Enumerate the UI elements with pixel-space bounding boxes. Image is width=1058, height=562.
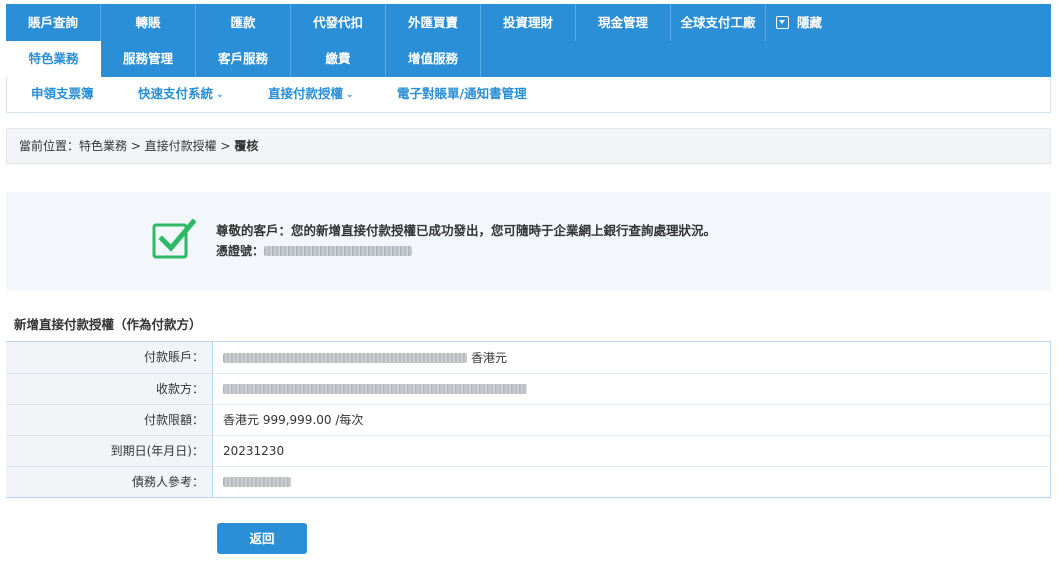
payment-limit-label: 付款限額：	[6, 405, 212, 435]
payee-label: 收款方：	[6, 374, 212, 404]
nav-fx-trading[interactable]: 外匯買賣	[386, 4, 481, 41]
nav-account-inquiry[interactable]: 賬戶查詢	[6, 4, 101, 41]
subnav-direct-debit-label: 直接付款授權	[268, 86, 344, 101]
subnav-e-statement-label: 電子對賬單/通知書管理	[397, 86, 527, 101]
tab-bill-payment[interactable]: 繳費	[291, 41, 386, 77]
return-button[interactable]: 返回	[217, 523, 307, 554]
expiry-date-label: 到期日(年月日)：	[6, 436, 212, 466]
reference-label: 憑證號：	[216, 244, 265, 258]
tab-featured-services[interactable]: 特色業務	[6, 41, 101, 77]
success-message: 尊敬的客戶：您的新增直接付款授權已成功發出，您可隨時于企業網上銀行查詢處理狀況。	[216, 223, 717, 238]
subnav-cheque-book[interactable]: 申領支票簿	[31, 77, 94, 111]
nav-global-payment-factory[interactable]: 全球支付工廠	[671, 4, 766, 41]
breadcrumb: 當前位置：特色業務 > 直接付款授權 > 覆核	[6, 128, 1051, 164]
table-row: 付款賬戶： 香港元	[6, 342, 1051, 373]
debtor-reference-label: 債務人參考：	[6, 467, 212, 497]
tab-customer-service[interactable]: 客戶服務	[196, 41, 291, 77]
tab-service-management[interactable]: 服務管理	[101, 41, 196, 77]
subnav-direct-debit[interactable]: 直接付款授權 ⌄	[268, 77, 354, 111]
success-panel: 尊敬的客戶：您的新增直接付款授權已成功發出，您可隨時于企業網上銀行查詢處理狀況。…	[6, 192, 1051, 290]
payee-value	[212, 374, 1051, 404]
expiry-date-value: 20231230	[212, 436, 1051, 466]
redacted-payee	[223, 384, 527, 394]
table-row: 債務人參考：	[6, 466, 1051, 497]
table-row: 到期日(年月日)： 20231230	[6, 435, 1051, 466]
chevron-down-icon: ⌄	[216, 90, 224, 100]
nav-investment[interactable]: 投資理財	[481, 4, 576, 41]
nav-transfer[interactable]: 轉賬	[101, 4, 196, 41]
secondary-nav: 特色業務 服務管理 客戶服務 繳費 增值服務	[6, 41, 1051, 77]
payment-account-value: 香港元	[212, 342, 1051, 373]
table-row: 付款限額： 香港元 999,999.00 /每次	[6, 404, 1051, 435]
redacted-account	[223, 352, 467, 363]
tertiary-nav: 申領支票簿 快速支付系統 ⌄ 直接付款授權 ⌄ 電子對賬單/通知書管理	[6, 77, 1051, 113]
payment-account-currency: 香港元	[471, 350, 508, 365]
nav-hide-label: 隱藏	[797, 15, 823, 30]
table-row: 收款方：	[6, 373, 1051, 404]
breadcrumb-current: 覆核	[234, 139, 259, 153]
redacted-debtor-reference	[223, 477, 291, 487]
collapse-icon	[776, 16, 789, 29]
nav-payroll-collection[interactable]: 代發代扣	[291, 4, 386, 41]
payment-limit-value: 香港元 999,999.00 /每次	[212, 405, 1051, 435]
success-check-icon	[152, 218, 196, 259]
subnav-e-statement[interactable]: 電子對賬單/通知書管理	[397, 77, 527, 111]
tab-value-added-services[interactable]: 增值服務	[386, 41, 481, 77]
nav-remittance[interactable]: 匯款	[196, 4, 291, 41]
primary-nav: 賬戶查詢 轉賬 匯款 代發代扣 外匯買賣 投資理財 現金管理 全球支付工廠 隱藏	[6, 4, 1051, 41]
redacted-reference	[264, 246, 413, 256]
nav-hide-toggle[interactable]: 隱藏	[766, 4, 832, 41]
payment-account-label: 付款賬戶：	[6, 342, 212, 373]
breadcrumb-path: 當前位置：特色業務 > 直接付款授權 >	[19, 139, 235, 153]
subnav-fps[interactable]: 快速支付系統 ⌄	[138, 77, 224, 111]
nav-cash-management[interactable]: 現金管理	[576, 4, 671, 41]
section-title: 新增直接付款授權（作為付款方）	[14, 317, 202, 332]
reference-number: 憑證號：	[216, 242, 413, 260]
subnav-cheque-book-label: 申領支票簿	[31, 86, 94, 101]
debtor-reference-value	[212, 467, 1051, 497]
subnav-fps-label: 快速支付系統	[138, 86, 214, 101]
details-table: 付款賬戶： 香港元 收款方： 付款限額： 香港元 999,999.00 /每次 …	[6, 341, 1051, 498]
chevron-down-icon: ⌄	[346, 90, 354, 100]
